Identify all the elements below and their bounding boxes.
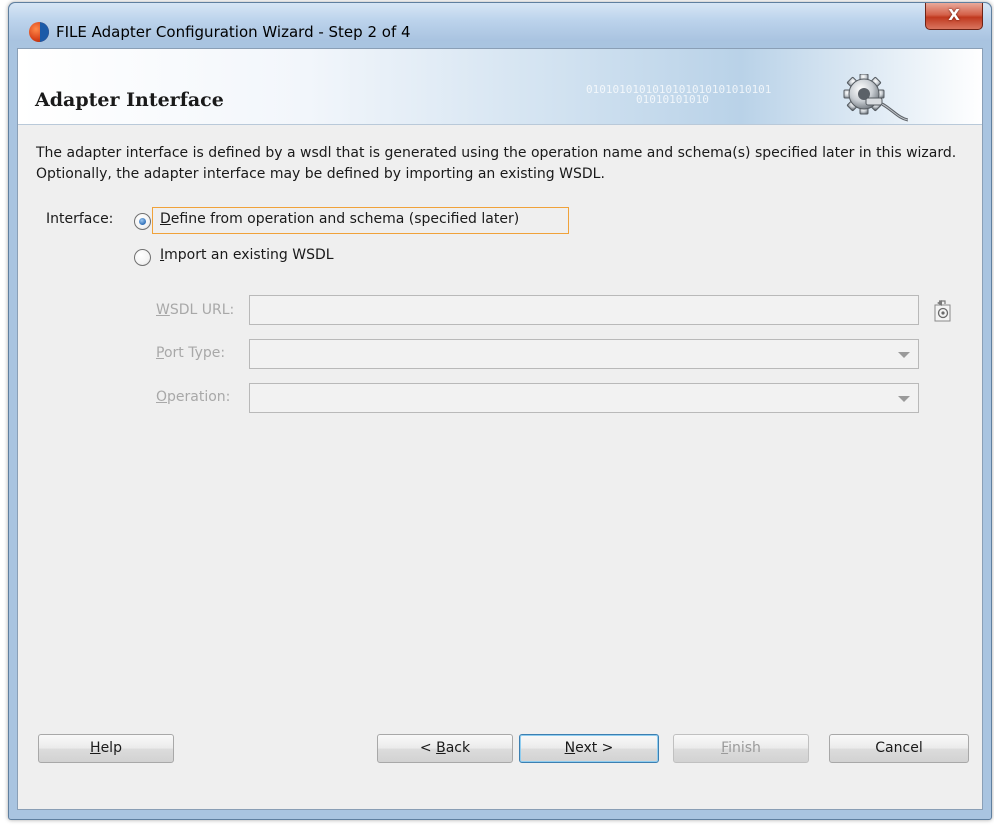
title-bar[interactable]: FILE Adapter Configuration Wizard - Step… xyxy=(9,3,991,42)
finish-button[interactable]: Finish xyxy=(673,734,809,763)
next-button[interactable]: Next > xyxy=(519,734,659,763)
window-title: FILE Adapter Configuration Wizard - Step… xyxy=(56,23,411,41)
page-title: Adapter Interface xyxy=(35,89,224,111)
mnemonic-f: F xyxy=(721,740,729,756)
header-banner: Adapter Interface 0101010101010101010101… xyxy=(18,49,982,125)
wsdl-url-label: WSDL URL: xyxy=(156,302,234,318)
btn-pre: < xyxy=(419,740,437,756)
mnemonic-w: W xyxy=(156,302,170,318)
btn-text: ext > xyxy=(575,740,614,756)
mnemonic-n: N xyxy=(564,740,576,756)
wizard-window: FILE Adapter Configuration Wizard - Step… xyxy=(8,2,992,820)
label-text: SDL URL: xyxy=(169,302,235,318)
browse-wsdl-icon[interactable] xyxy=(931,299,955,323)
mnemonic-d: D xyxy=(160,211,171,227)
chevron-down-icon xyxy=(898,396,910,402)
binary-line-2: 01010101010 xyxy=(636,93,709,106)
mnemonic-o: O xyxy=(156,389,168,405)
wizard-content: Adapter Interface 0101010101010101010101… xyxy=(17,48,983,810)
binary-decoration: 0101010101010101010101010101 01010101010 xyxy=(586,84,771,106)
mnemonic-h: H xyxy=(90,740,101,756)
option-text: mport an existing WSDL xyxy=(164,247,334,263)
wsdl-url-field[interactable] xyxy=(249,295,919,325)
close-button[interactable]: X xyxy=(925,3,983,30)
label-text: ort Type: xyxy=(163,345,226,361)
back-button[interactable]: < Back xyxy=(377,734,513,763)
operation-label: Operation: xyxy=(156,389,230,405)
description-text: The adapter interface is defined by a ws… xyxy=(36,145,957,182)
app-icon xyxy=(29,22,49,42)
port-type-label: Port Type: xyxy=(156,345,225,361)
btn-text: Cancel xyxy=(875,740,923,756)
mnemonic-b: B xyxy=(436,740,446,756)
label-text: peration: xyxy=(167,389,231,405)
operation-dropdown[interactable] xyxy=(249,383,919,413)
option-text: efine from operation and schema (specifi… xyxy=(170,211,520,227)
define-from-operation-radio[interactable] xyxy=(134,213,151,230)
cancel-button[interactable]: Cancel xyxy=(829,734,969,763)
btn-text: ack xyxy=(445,740,471,756)
gear-adapter-icon xyxy=(843,74,908,122)
port-type-dropdown[interactable] xyxy=(249,339,919,369)
chevron-down-icon xyxy=(898,352,910,358)
help-button[interactable]: Help xyxy=(38,734,174,763)
define-from-operation-label[interactable]: Define from operation and schema (specif… xyxy=(160,211,519,227)
import-existing-wsdl-radio[interactable] xyxy=(134,249,151,266)
import-existing-wsdl-label[interactable]: Import an existing WSDL xyxy=(160,247,334,263)
interface-label: Interface: xyxy=(46,211,114,227)
mnemonic-p: P xyxy=(156,345,164,361)
btn-text: inish xyxy=(728,740,761,756)
btn-text: elp xyxy=(100,740,122,756)
